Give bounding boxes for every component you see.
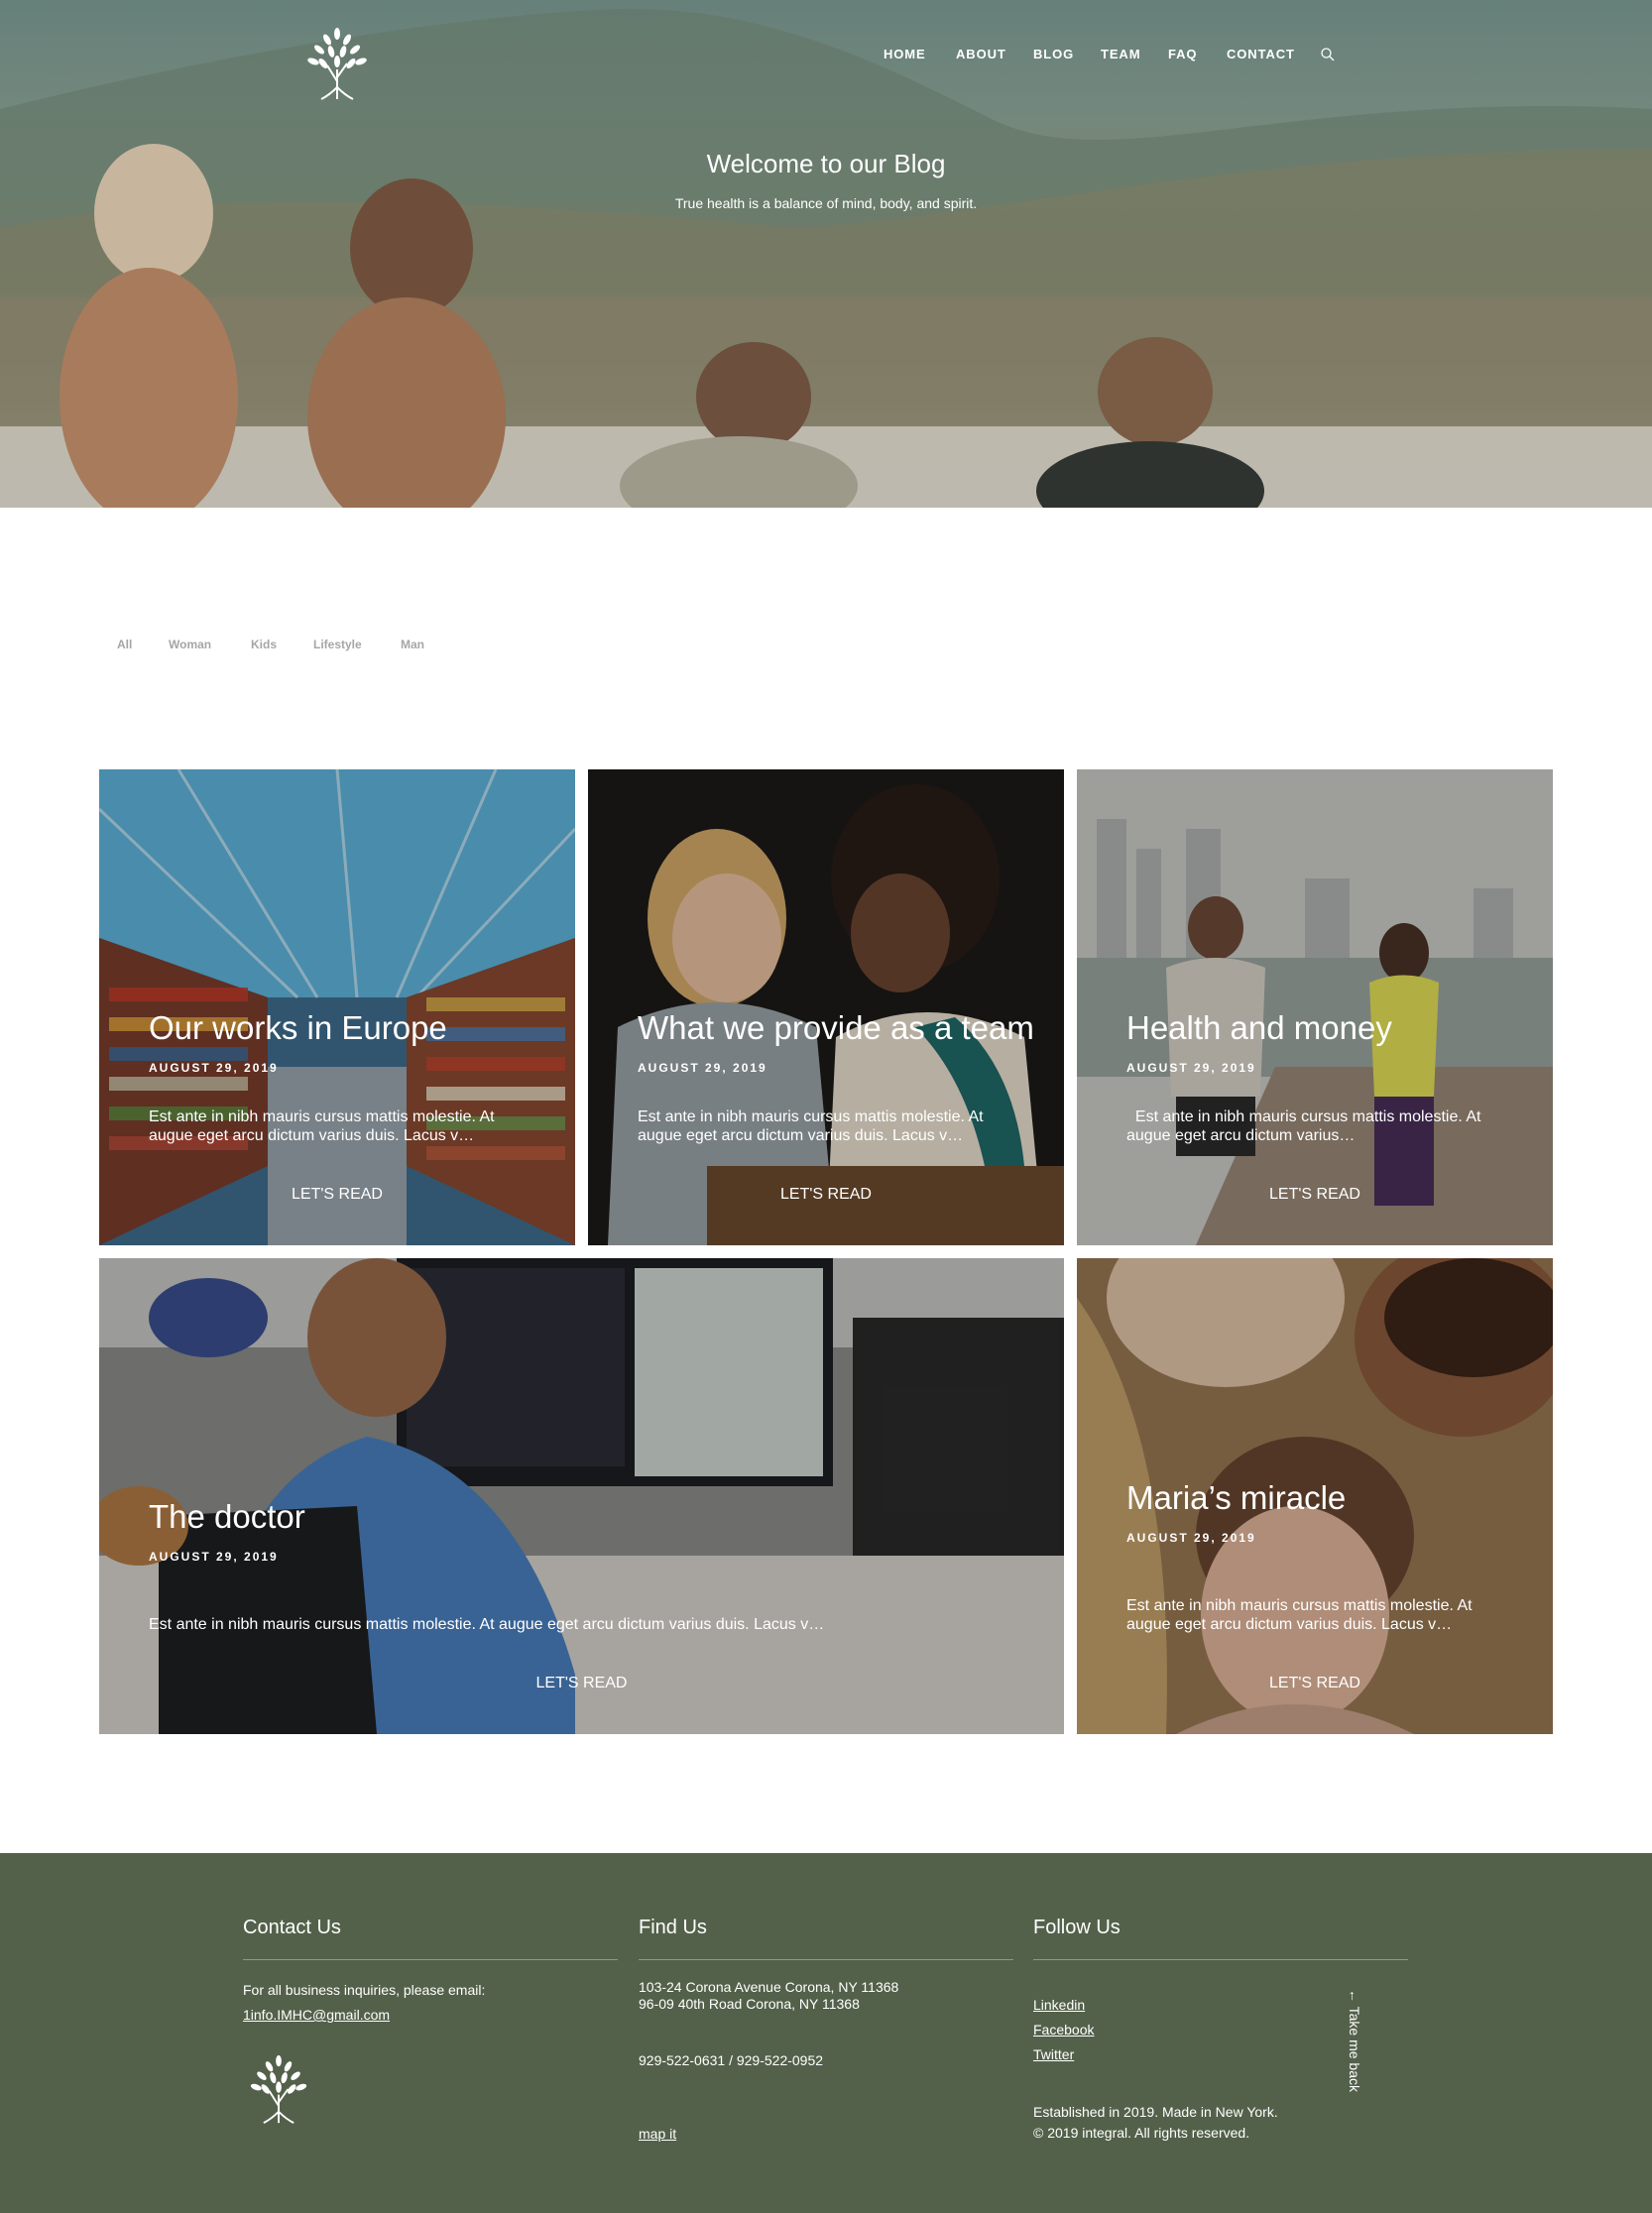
footer-find-heading: Find Us xyxy=(639,1917,707,1939)
find-heading: Find Us xyxy=(639,1917,707,1938)
hero-banner: HOME ABOUT BLOG TEAM FAQ CONTACT Welcome… xyxy=(0,0,1652,508)
filter-woman[interactable]: Woman xyxy=(169,638,211,651)
blog-card-team[interactable]: What we provide as a team AUGUST 29, 201… xyxy=(588,769,1064,1245)
post-title[interactable]: The doctor xyxy=(149,1498,305,1536)
blog-card-maria[interactable]: Maria’s miracle AUGUST 29, 2019 Est ante… xyxy=(1077,1258,1553,1734)
address-line2: 96-09 40th Road Corona, NY 11368 xyxy=(639,1996,860,2012)
hero-title: Welcome to our Blog xyxy=(706,149,946,178)
footer-follow-heading: Follow Us xyxy=(1033,1917,1121,1939)
post-date: AUGUST 29, 2019 xyxy=(638,1061,767,1075)
back-to-top-link[interactable]: ← Take me back xyxy=(1343,1989,1366,2100)
post-excerpt-line2: augue eget arcu dictum varius duis. Lacu… xyxy=(638,1127,964,1144)
post-date: AUGUST 29, 2019 xyxy=(149,1550,279,1564)
phone-numbers: 929-522-0631 / 929-522-0952 xyxy=(639,2052,824,2068)
post-excerpt: Est ante in nibh mauris cursus mattis mo… xyxy=(149,1616,825,1633)
read-more-link[interactable]: LET'S READ xyxy=(588,1186,1064,1204)
post-excerpt-line2: augue eget arcu dictum varius duis. Lacu… xyxy=(149,1127,475,1144)
tree-logo-icon xyxy=(250,2054,307,2124)
card-overlay xyxy=(99,769,575,1245)
linkedin-link[interactable]: Linkedin xyxy=(1033,1997,1085,2014)
card-overlay xyxy=(99,1258,1064,1734)
map-it-link[interactable]: map it xyxy=(639,2126,676,2143)
post-date: AUGUST 29, 2019 xyxy=(1126,1061,1256,1075)
post-excerpt-line1: Est ante in nibh mauris cursus mattis mo… xyxy=(638,1108,984,1125)
read-more-link[interactable]: LET'S READ xyxy=(99,1186,575,1204)
contact-heading: Contact Us xyxy=(243,1917,341,1938)
post-excerpt-line2: augue eget arcu dictum varius duis. Lacu… xyxy=(1126,1616,1453,1633)
follow-heading: Follow Us xyxy=(1033,1917,1121,1938)
nav-contact-link[interactable]: CONTACT xyxy=(1227,47,1295,61)
nav-about-link[interactable]: ABOUT xyxy=(956,47,1006,61)
card-overlay xyxy=(588,769,1064,1245)
site-footer: Contact Us For all business inquiries, p… xyxy=(0,1853,1652,2213)
contact-email-link[interactable]: 1info.IMHC@gmail.com xyxy=(243,2007,390,2024)
nav-team-link[interactable]: TEAM xyxy=(1101,47,1140,61)
main-nav: HOME ABOUT BLOG TEAM FAQ CONTACT xyxy=(0,47,1652,66)
filter-kids[interactable]: Kids xyxy=(251,638,277,651)
post-excerpt-line1: Est ante in nibh mauris cursus mattis mo… xyxy=(1126,1597,1473,1614)
divider xyxy=(243,1959,618,1960)
hero-subtitle: True health is a balance of mind, body, … xyxy=(674,195,978,211)
post-date: AUGUST 29, 2019 xyxy=(149,1061,279,1075)
blog-card-europe[interactable]: Our works in Europe AUGUST 29, 2019 Est … xyxy=(99,769,575,1245)
category-filters: All Woman Kids Lifestyle Man xyxy=(0,638,1652,655)
card-overlay xyxy=(1077,769,1553,1245)
read-more-link[interactable]: LET'S READ xyxy=(1077,1186,1553,1204)
nav-home-link[interactable]: HOME xyxy=(884,47,926,61)
facebook-link[interactable]: Facebook xyxy=(1033,2022,1094,2038)
hero-background-image xyxy=(0,8,1652,508)
contact-text: For all business inquiries, please email… xyxy=(243,1982,486,1998)
post-date: AUGUST 29, 2019 xyxy=(1126,1531,1256,1545)
address-line1: 103-24 Corona Avenue Corona, NY 11368 xyxy=(639,1979,899,1995)
post-title[interactable]: Maria’s miracle xyxy=(1126,1479,1346,1517)
post-excerpt-line1: Est ante in nibh mauris cursus mattis mo… xyxy=(149,1108,495,1125)
read-more-link[interactable]: LET'S READ xyxy=(99,1675,1064,1692)
filter-lifestyle[interactable]: Lifestyle xyxy=(313,638,362,651)
divider xyxy=(1033,1959,1408,1960)
filter-all[interactable]: All xyxy=(117,638,132,651)
post-title[interactable]: Our works in Europe xyxy=(149,1009,447,1047)
blog-card-doctor[interactable]: The doctor AUGUST 29, 2019 Est ante in n… xyxy=(99,1258,1064,1734)
search-icon[interactable] xyxy=(1320,47,1336,62)
established-text: Established in 2019. Made in New York. xyxy=(1033,2104,1278,2120)
post-excerpt-line2: augue eget arcu dictum varius… xyxy=(1126,1127,1356,1144)
post-excerpt-line1: Est ante in nibh mauris cursus mattis mo… xyxy=(1126,1108,1481,1125)
copyright-text: © 2019 integral. All rights reserved. xyxy=(1033,2125,1250,2141)
post-title[interactable]: What we provide as a team xyxy=(638,1009,1034,1047)
filter-man[interactable]: Man xyxy=(401,638,424,651)
footer-contact-heading: Contact Us xyxy=(243,1917,341,1939)
divider xyxy=(639,1959,1013,1960)
post-title[interactable]: Health and money xyxy=(1126,1009,1392,1047)
nav-blog-link[interactable]: BLOG xyxy=(1033,47,1074,61)
nav-faq-link[interactable]: FAQ xyxy=(1168,47,1197,61)
twitter-link[interactable]: Twitter xyxy=(1033,2046,1074,2063)
read-more-link[interactable]: LET'S READ xyxy=(1077,1675,1553,1692)
back-to-top-label: ← Take me back xyxy=(1347,1989,1362,2093)
blog-card-health[interactable]: Health and money AUGUST 29, 2019 Est ant… xyxy=(1077,769,1553,1245)
